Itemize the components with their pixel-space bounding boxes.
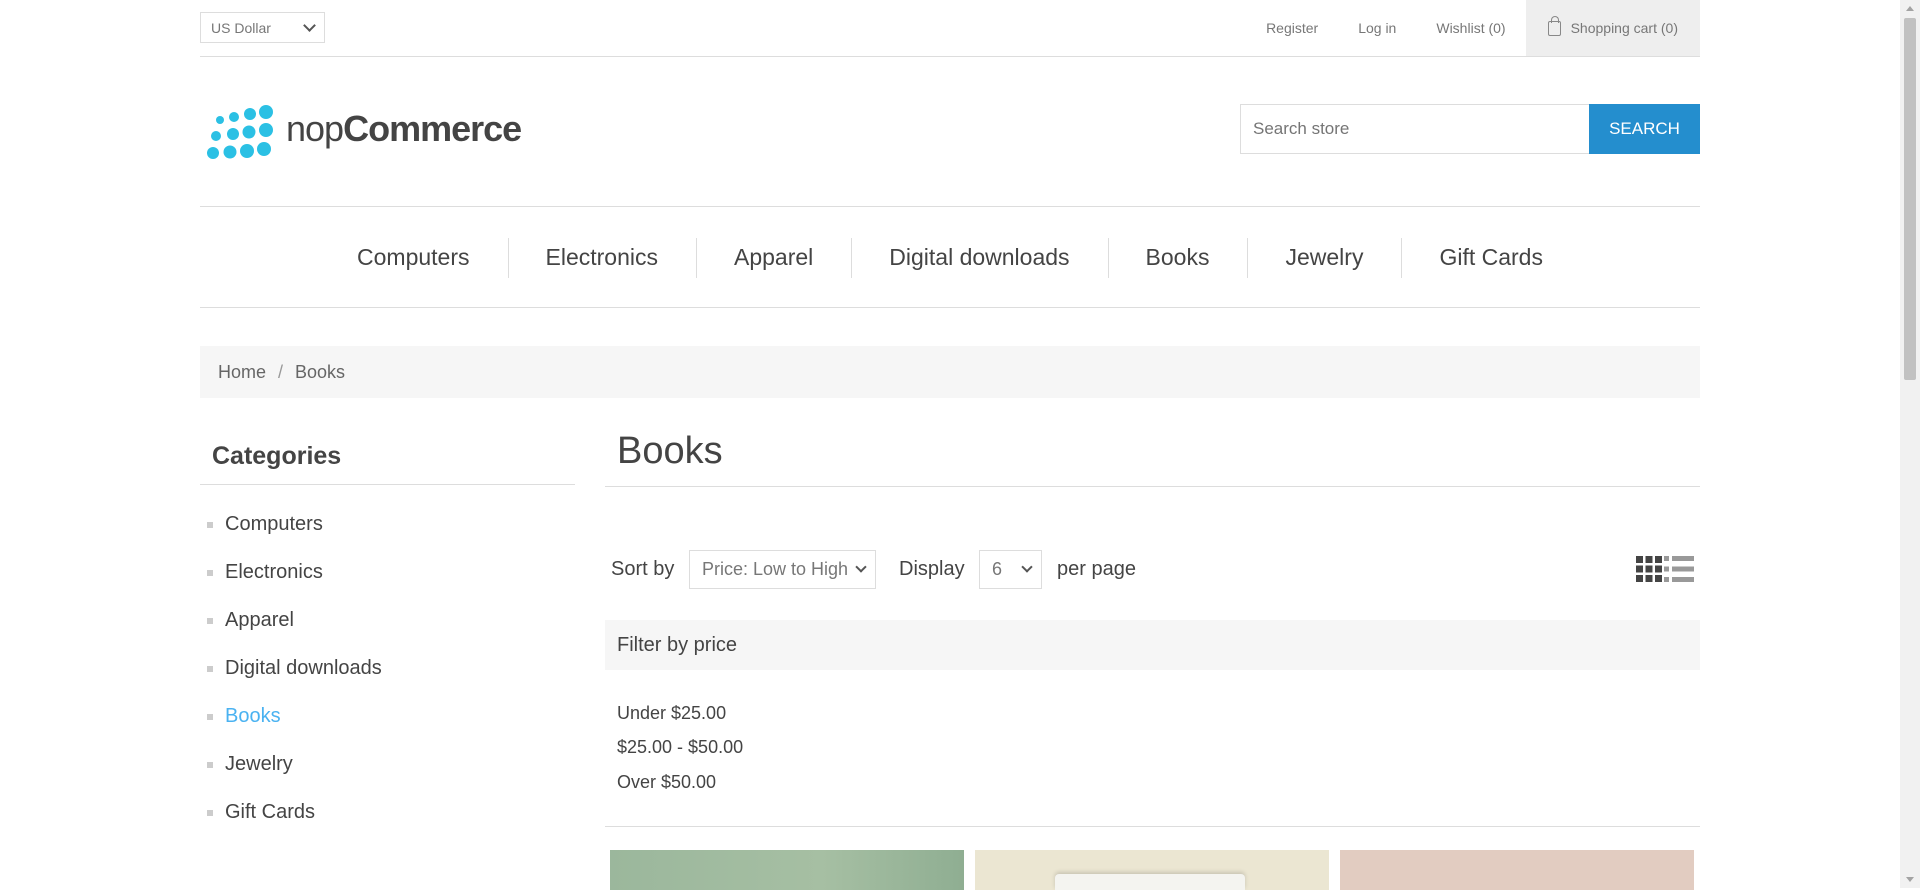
grid-view-icon[interactable] xyxy=(1636,556,1662,582)
breadcrumb-home[interactable]: Home xyxy=(218,362,266,383)
page-title-bar: Books xyxy=(605,426,1700,487)
scroll-up-arrow-icon[interactable] xyxy=(1906,6,1914,11)
search-box: SEARCH xyxy=(1240,104,1700,154)
chevron-down-icon xyxy=(1021,561,1033,573)
display-label: Display xyxy=(899,558,965,580)
breadcrumb-current: Books xyxy=(295,361,346,382)
per-page-label: per page xyxy=(1057,558,1136,580)
search-button[interactable]: SEARCH xyxy=(1589,104,1700,154)
login-link[interactable]: Log in xyxy=(1358,20,1396,36)
price-filter-option[interactable]: Under $25.00 xyxy=(617,703,726,724)
shopping-bag-icon xyxy=(1547,15,1561,36)
scroll-down-arrow-icon[interactable] xyxy=(1906,877,1914,882)
product-grid xyxy=(610,850,1695,890)
sidebar-item-jewelry[interactable]: Jewelry xyxy=(200,740,575,788)
header-links: Register Log in Wishlist (0) Shopping ca… xyxy=(1246,0,1700,56)
menu-item-computers[interactable]: Computers xyxy=(319,244,507,271)
categories-heading: Categories xyxy=(212,442,342,470)
logo-wordmark: nopCommerce xyxy=(286,108,522,150)
sidebar-item-apparel[interactable]: Apparel xyxy=(200,596,575,644)
chevron-down-icon xyxy=(303,19,316,32)
logo-prefix: nop xyxy=(286,108,344,149)
price-filter-header: Filter by price xyxy=(605,620,1700,670)
wishlist-link[interactable]: Wishlist (0) xyxy=(1436,20,1505,36)
categories-list: Computers Electronics Apparel Digital do… xyxy=(200,500,575,836)
sidebar-item-electronics[interactable]: Electronics xyxy=(200,548,575,596)
vertical-scrollbar[interactable] xyxy=(1900,0,1920,888)
page-size-value: 6 xyxy=(992,559,1003,579)
price-filter-option[interactable]: Over $50.00 xyxy=(617,772,716,793)
sort-by-label: Sort by xyxy=(611,558,675,580)
page: US Dollar Register Log in Wishlist (0) S… xyxy=(200,0,1700,890)
shopping-cart-label: Shopping cart (0) xyxy=(1570,20,1678,36)
menu-item-digital-downloads[interactable]: Digital downloads xyxy=(851,237,1107,278)
menu-item-apparel[interactable]: Apparel xyxy=(695,237,851,278)
register-link[interactable]: Register xyxy=(1266,20,1318,36)
top-menu: Computers Electronics Apparel Digital do… xyxy=(200,206,1700,308)
list-view-icon[interactable] xyxy=(1664,556,1694,582)
currency-selector[interactable]: US Dollar xyxy=(200,12,325,43)
store-logo[interactable]: nopCommerce xyxy=(204,104,522,160)
sidebar-item-gift-cards[interactable]: Gift Cards xyxy=(200,788,575,836)
page-title: Books xyxy=(617,430,723,472)
menu-item-gift-cards[interactable]: Gift Cards xyxy=(1401,237,1581,278)
logo-dots-icon xyxy=(207,105,273,159)
menu-item-books[interactable]: Books xyxy=(1107,237,1248,278)
header-links-bar: US Dollar Register Log in Wishlist (0) S… xyxy=(200,0,1700,57)
product-image[interactable] xyxy=(1340,850,1694,890)
product-image[interactable] xyxy=(975,850,1329,890)
breadcrumb: Home / Books xyxy=(200,346,1700,398)
menu-item-electronics[interactable]: Electronics xyxy=(507,237,696,278)
scrollbar-thumb[interactable] xyxy=(1904,18,1916,380)
sidebar-item-digital-downloads[interactable]: Digital downloads xyxy=(200,644,575,692)
categories-title: Categories xyxy=(200,434,575,485)
sort-by-value: Price: Low to High xyxy=(702,559,849,579)
search-input[interactable] xyxy=(1240,104,1590,154)
product-selectors: Sort by Price: Low to High Display 6 per… xyxy=(605,548,1700,590)
breadcrumb-separator: / xyxy=(278,361,284,382)
sidebar-item-computers[interactable]: Computers xyxy=(200,500,575,548)
sidebar-item-books[interactable]: Books xyxy=(200,692,575,740)
page-size-select[interactable]: 6 xyxy=(979,550,1042,589)
price-filter-title: Filter by price xyxy=(617,634,738,656)
menu-item-jewelry[interactable]: Jewelry xyxy=(1247,237,1401,278)
logo-suffix: Commerce xyxy=(343,108,522,149)
sort-by-select[interactable]: Price: Low to High xyxy=(689,550,876,589)
price-filter-option[interactable]: $25.00 - $50.00 xyxy=(617,737,743,758)
currency-value: US Dollar xyxy=(211,20,271,36)
price-filter: Filter by price Under $25.00 $25.00 - $5… xyxy=(605,620,1700,827)
product-image[interactable] xyxy=(610,850,964,890)
chevron-down-icon xyxy=(855,561,867,573)
shopping-cart-link[interactable]: Shopping cart (0) xyxy=(1525,0,1700,56)
